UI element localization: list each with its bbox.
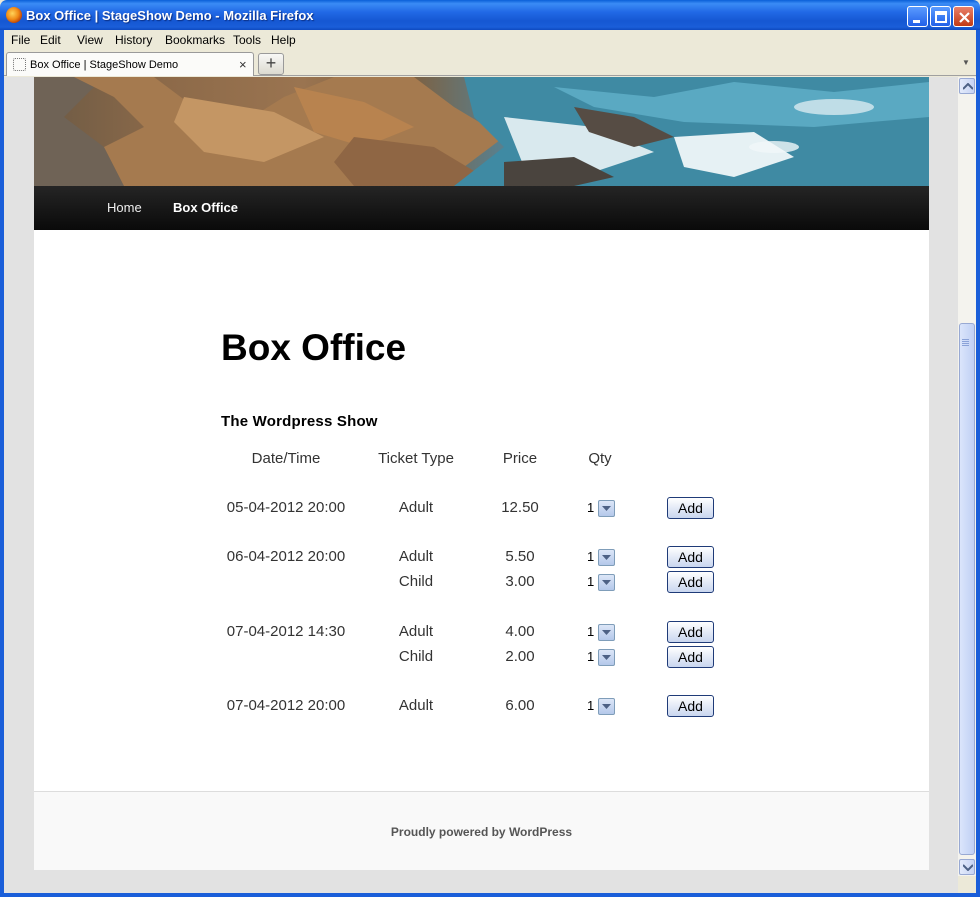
scrollbar-grip-icon — [962, 339, 969, 347]
tab-close-icon[interactable]: × — [239, 57, 247, 72]
row-price: 3.00 — [505, 573, 535, 590]
chevron-down-icon[interactable] — [598, 624, 615, 641]
firefox-icon — [6, 7, 22, 23]
row-ticket-type: Adult — [398, 499, 434, 516]
resize-grip-icon[interactable] — [958, 876, 976, 893]
window-frame-bottom — [0, 893, 980, 897]
row-ticket-type: Child — [398, 648, 434, 665]
window-title: Box Office | StageShow Demo - Mozilla Fi… — [26, 8, 314, 23]
wordpress-page: Home Box Office Box Office The Wordpress… — [34, 77, 929, 870]
nav-box-office-link[interactable]: Box Office — [173, 200, 238, 215]
qty-value: 1 — [587, 500, 595, 515]
add-button[interactable]: Add — [667, 546, 714, 568]
chevron-down-icon[interactable] — [598, 698, 615, 715]
tab-label: Box Office | StageShow Demo — [30, 59, 179, 71]
scroll-down-button[interactable] — [959, 859, 975, 875]
tab-list-chevron-icon[interactable]: ▼ — [962, 58, 970, 67]
row-datetime: 05-04-2012 20:00 — [226, 499, 346, 516]
scroll-up-button[interactable] — [959, 78, 975, 94]
window-titlebar: Box Office | StageShow Demo - Mozilla Fi… — [0, 0, 980, 30]
header-image — [34, 77, 929, 186]
menu-tools[interactable]: Tools — [233, 33, 261, 47]
row-ticket-type: Child — [398, 573, 434, 590]
maximize-button[interactable] — [930, 6, 951, 27]
qty-value: 1 — [587, 698, 595, 713]
qty-value: 1 — [587, 649, 595, 664]
column-header-price: Price — [502, 450, 538, 467]
qty-select[interactable]: 1 — [587, 624, 617, 641]
add-button[interactable]: Add — [667, 571, 714, 593]
new-tab-button[interactable]: + — [258, 53, 284, 75]
close-icon — [959, 12, 970, 23]
menu-help[interactable]: Help — [271, 33, 296, 47]
chevron-up-icon — [963, 83, 973, 90]
column-header-datetime: Date/Time — [251, 450, 321, 467]
chevron-down-icon[interactable] — [598, 649, 615, 666]
qty-select[interactable]: 1 — [587, 649, 617, 666]
column-header-ticket-type: Ticket Type — [378, 450, 454, 467]
main-navigation: Home Box Office — [34, 186, 929, 230]
qty-select[interactable]: 1 — [587, 549, 617, 566]
minimize-button[interactable] — [907, 6, 928, 27]
add-button[interactable]: Add — [667, 497, 714, 519]
qty-value: 1 — [587, 549, 595, 564]
chevron-down-icon[interactable] — [598, 574, 615, 591]
qty-value: 1 — [587, 574, 595, 589]
row-datetime: 06-04-2012 20:00 — [226, 548, 346, 565]
add-button[interactable]: Add — [667, 695, 714, 717]
row-ticket-type: Adult — [398, 548, 434, 565]
qty-select[interactable]: 1 — [587, 698, 617, 715]
chevron-down-icon[interactable] — [598, 549, 615, 566]
qty-select[interactable]: 1 — [587, 500, 617, 517]
menu-bookmarks[interactable]: Bookmarks — [165, 33, 225, 47]
row-ticket-type: Adult — [398, 623, 434, 640]
row-datetime: 07-04-2012 14:30 — [226, 623, 346, 640]
show-title: The Wordpress Show — [221, 413, 378, 430]
menu-history[interactable]: History — [115, 33, 152, 47]
qty-select[interactable]: 1 — [587, 574, 617, 591]
row-price: 12.50 — [501, 499, 539, 516]
browser-viewport: Home Box Office Box Office The Wordpress… — [4, 77, 958, 893]
row-price: 5.50 — [505, 548, 535, 565]
page-title: Box Office — [221, 327, 407, 368]
footer-credit-link[interactable]: Proudly powered by WordPress — [34, 825, 929, 839]
chevron-down-icon[interactable] — [598, 500, 615, 517]
nav-home-link[interactable]: Home — [107, 200, 142, 215]
qty-value: 1 — [587, 624, 595, 639]
row-price: 6.00 — [505, 697, 535, 714]
page-favicon-icon — [13, 58, 26, 71]
minimize-icon — [913, 20, 920, 23]
tab-bar: Box Office | StageShow Demo × + ▼ — [4, 50, 976, 76]
menu-bar: File Edit View History Bookmarks Tools H… — [4, 30, 976, 50]
row-price: 4.00 — [505, 623, 535, 640]
menu-view[interactable]: View — [77, 33, 103, 47]
menu-file[interactable]: File — [11, 33, 30, 47]
column-header-qty: Qty — [588, 450, 612, 467]
add-button[interactable]: Add — [667, 646, 714, 668]
scrollbar-thumb[interactable] — [959, 323, 975, 855]
row-ticket-type: Adult — [398, 697, 434, 714]
coastal-rocks-image — [34, 77, 929, 186]
site-footer: Proudly powered by WordPress — [34, 791, 929, 870]
tab-box-office[interactable]: Box Office | StageShow Demo × — [6, 52, 254, 76]
maximize-icon — [935, 11, 947, 23]
close-button[interactable] — [953, 6, 974, 27]
vertical-scrollbar[interactable] — [958, 77, 976, 893]
menu-edit[interactable]: Edit — [40, 33, 61, 47]
add-button[interactable]: Add — [667, 621, 714, 643]
row-datetime: 07-04-2012 20:00 — [226, 697, 346, 714]
row-price: 2.00 — [505, 648, 535, 665]
window-frame-right — [976, 30, 980, 897]
chevron-down-icon — [963, 864, 973, 871]
